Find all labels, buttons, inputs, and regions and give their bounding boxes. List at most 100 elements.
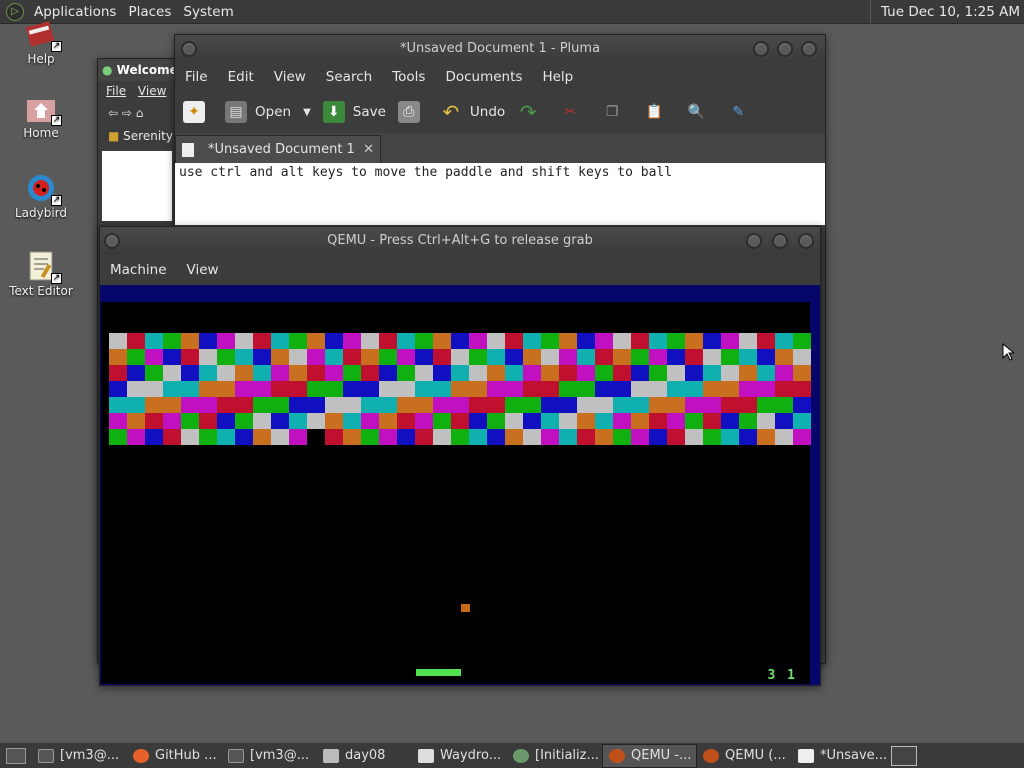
vm-display[interactable]: 3 1 — [100, 285, 820, 685]
brick — [577, 397, 595, 413]
taskbar-item-qemu-2[interactable]: QEMU (... — [697, 744, 792, 768]
brick — [703, 381, 721, 397]
brick — [361, 365, 379, 381]
brick — [775, 365, 793, 381]
replace-button[interactable]: ✎ — [727, 101, 757, 123]
cut-button[interactable]: ✂ — [559, 101, 589, 123]
taskbar-item-terminal-2[interactable]: [vm3@... — [222, 744, 317, 768]
brick-row — [109, 349, 811, 365]
window-menu-icon[interactable] — [181, 41, 197, 57]
desktop-icon-home[interactable]: ↗ Home — [0, 92, 82, 140]
menu-view[interactable]: View — [177, 262, 229, 278]
brick — [667, 413, 685, 429]
taskbar-item-github[interactable]: GitHub ... — [127, 744, 222, 768]
desktop-icon-text-editor[interactable]: ↗ Text Editor — [0, 250, 82, 298]
copy-button[interactable]: ❐ — [601, 101, 631, 123]
brick — [523, 333, 541, 349]
brick — [145, 413, 163, 429]
brick — [397, 397, 415, 413]
brick — [559, 429, 577, 445]
home-folder-icon: ↗ — [24, 92, 62, 126]
brick — [757, 381, 775, 397]
taskbar-item-waydroid[interactable]: Waydro... — [412, 744, 507, 768]
brick — [271, 413, 289, 429]
brick — [469, 381, 487, 397]
home-icon[interactable]: ⌂ — [136, 106, 144, 120]
open-dropdown-icon[interactable]: ▼ — [303, 107, 311, 118]
open-button[interactable]: ▤ Open ▼ — [225, 101, 311, 123]
brick — [685, 429, 703, 445]
new-button[interactable]: ✦ — [183, 101, 213, 123]
brick — [793, 413, 811, 429]
taskbar-item-day08[interactable]: day08 — [317, 744, 412, 768]
print-button[interactable]: ⎙ — [397, 101, 428, 123]
text-editor-area[interactable]: use ctrl and alt keys to move the paddle… — [175, 163, 825, 225]
brick — [163, 429, 181, 445]
brick — [775, 349, 793, 365]
menu-tools[interactable]: Tools — [382, 69, 435, 85]
find-button[interactable]: 🔍 — [685, 101, 715, 123]
qemu-titlebar[interactable]: QEMU - Press Ctrl+Alt+G to release grab — [100, 227, 820, 255]
welcome-menu-file[interactable]: File — [106, 84, 126, 98]
desktop-icon-help[interactable]: ↗ Help — [0, 18, 82, 66]
tab-close-icon[interactable]: ✕ — [363, 142, 374, 157]
brick — [685, 333, 703, 349]
tab-unsaved-document-1[interactable]: *Unsaved Document 1 ✕ — [175, 135, 381, 163]
help-book-icon: ↗ — [24, 18, 62, 52]
system-menu[interactable]: System — [177, 4, 239, 20]
pluma-titlebar[interactable]: *Unsaved Document 1 - Pluma — [175, 35, 825, 63]
menu-file[interactable]: File — [175, 69, 218, 85]
brick — [127, 397, 145, 413]
game-border-right — [810, 286, 819, 684]
clock[interactable]: Tue Dec 10, 1:25 AM — [869, 0, 1020, 24]
qemu-title: QEMU - Press Ctrl+Alt+G to release grab — [327, 233, 593, 248]
brick — [703, 429, 721, 445]
taskbar-label: [vm3@... — [250, 748, 310, 763]
brick — [271, 381, 289, 397]
taskbar-item-pluma[interactable]: *Unsave... — [792, 744, 887, 768]
brick — [163, 413, 181, 429]
paste-button[interactable]: 📋 — [643, 101, 673, 123]
brick — [757, 429, 775, 445]
maximize-button[interactable] — [777, 41, 793, 57]
brick — [145, 381, 163, 397]
brick — [613, 333, 631, 349]
menu-machine[interactable]: Machine — [100, 262, 177, 278]
menu-view[interactable]: View — [264, 69, 316, 85]
close-button[interactable] — [798, 233, 814, 249]
taskbar-item-initializing[interactable]: [Initializ... — [507, 744, 602, 768]
brick — [163, 397, 181, 413]
menu-search[interactable]: Search — [316, 69, 382, 85]
qemu-window[interactable]: QEMU - Press Ctrl+Alt+G to release grab … — [99, 226, 821, 686]
window-menu-icon[interactable] — [104, 233, 120, 249]
minimize-button[interactable] — [746, 233, 762, 249]
brick — [775, 381, 793, 397]
undo-button[interactable]: ↶ Undo — [440, 100, 506, 124]
brick — [325, 429, 343, 445]
welcome-tab[interactable]: ■ Serenity — [98, 125, 176, 147]
brick — [145, 397, 163, 413]
menu-help[interactable]: Help — [532, 69, 583, 85]
taskbar-label: day08 — [345, 748, 386, 763]
brick — [199, 397, 217, 413]
maximize-button[interactable] — [772, 233, 788, 249]
redo-button[interactable]: ↷ — [517, 100, 547, 124]
save-button[interactable]: ⬇ Save — [322, 101, 386, 123]
back-arrow-icon[interactable]: ⇦ — [108, 106, 118, 120]
brick-row — [109, 413, 811, 429]
menu-edit[interactable]: Edit — [218, 69, 264, 85]
desktop-icon-ladybird[interactable]: ↗ Ladybird — [0, 172, 82, 220]
welcome-menu-view[interactable]: View — [138, 84, 166, 98]
forward-arrow-icon[interactable]: ⇨ — [122, 106, 132, 120]
brick — [379, 349, 397, 365]
workspace-switcher[interactable] — [891, 745, 917, 766]
menu-documents[interactable]: Documents — [435, 69, 532, 85]
taskbar-item-qemu-1[interactable]: QEMU -... — [602, 743, 697, 768]
minimize-button[interactable] — [753, 41, 769, 57]
close-button[interactable] — [801, 41, 817, 57]
show-desktop-icon[interactable] — [6, 747, 26, 764]
brick — [451, 397, 469, 413]
places-menu[interactable]: Places — [122, 4, 177, 20]
brick — [379, 381, 397, 397]
taskbar-item-terminal-1[interactable]: [vm3@... — [32, 744, 127, 768]
